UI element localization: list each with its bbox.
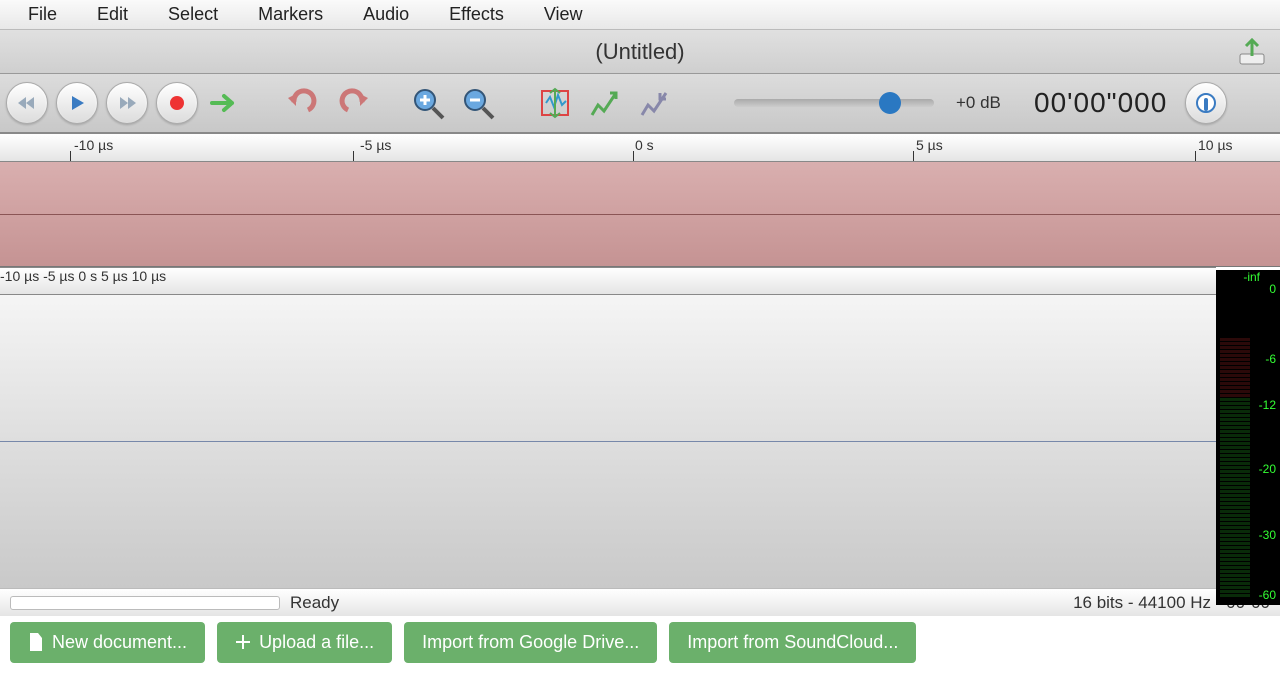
import-soundcloud-label: Import from SoundCloud... [687, 632, 898, 653]
import-gdrive-label: Import from Google Drive... [422, 632, 639, 653]
ruler-tick: -10 µs [74, 137, 113, 153]
new-document-button[interactable]: New document... [10, 622, 205, 663]
level-meter: -inf 0 -6 -12 -20 -30 -60 [1216, 270, 1280, 605]
main-midline [0, 441, 1280, 442]
menu-audio[interactable]: Audio [343, 0, 429, 29]
db-label: +0 dB [956, 93, 1016, 113]
new-document-label: New document... [52, 632, 187, 653]
titlebar: (Untitled) [0, 30, 1280, 74]
ruler-tick: 5 µs [916, 137, 943, 153]
timecode: 00'00"000 [1034, 87, 1167, 119]
document-icon [28, 633, 44, 651]
fit-selection-button[interactable] [534, 82, 576, 124]
ruler-tick: -5 µs [43, 268, 74, 284]
time-ruler-top[interactable]: -10 µs -5 µs 0 s 5 µs 10 µs [0, 134, 1280, 162]
ruler-tick: -10 µs [0, 268, 39, 284]
upload-file-label: Upload a file... [259, 632, 374, 653]
menu-file[interactable]: File [8, 0, 77, 29]
meter-20: -20 [1259, 462, 1276, 476]
rewind-button[interactable] [6, 82, 48, 124]
volume-slider[interactable] [734, 99, 934, 107]
plus-icon [235, 634, 251, 650]
meter-inf: -inf [1243, 270, 1260, 284]
progress-bar [10, 596, 280, 610]
toolbar: +0 dB 00'00"000 [0, 74, 1280, 134]
import-gdrive-button[interactable]: Import from Google Drive... [404, 622, 657, 663]
zoom-out-button[interactable] [458, 82, 500, 124]
export-button[interactable] [1236, 36, 1268, 68]
forward-button[interactable] [106, 82, 148, 124]
record-button[interactable] [156, 82, 198, 124]
menubar: File Edit Select Markers Audio Effects V… [0, 0, 1280, 30]
menu-effects[interactable]: Effects [429, 0, 524, 29]
zoom-in-button[interactable] [408, 82, 450, 124]
ruler-tick: 0 s [78, 268, 97, 284]
ruler-tick: 0 s [635, 137, 654, 153]
document-title: (Untitled) [595, 39, 684, 65]
import-soundcloud-button[interactable]: Import from SoundCloud... [669, 622, 916, 663]
ruler-tick: 10 µs [1198, 137, 1233, 153]
go-button[interactable] [206, 82, 248, 124]
main-track[interactable] [0, 295, 1280, 588]
menu-edit[interactable]: Edit [77, 0, 148, 29]
time-ruler-main[interactable]: -10 µs -5 µs 0 s 5 µs 10 µs [0, 267, 1216, 295]
ruler-tick: 10 µs [132, 268, 167, 284]
statusbar: Ready 16 bits - 44100 Hz - 00"00 [0, 588, 1280, 616]
menu-select[interactable]: Select [148, 0, 238, 29]
overview-midline [0, 214, 1280, 215]
info-button[interactable] [1185, 82, 1227, 124]
actionbar: New document... Upload a file... Import … [0, 616, 1280, 668]
menu-view[interactable]: View [524, 0, 603, 29]
ruler-tick: -5 µs [360, 137, 391, 153]
zoom-out-selection-button[interactable] [634, 82, 676, 124]
ruler-tick: 5 µs [101, 268, 128, 284]
play-button[interactable] [56, 82, 98, 124]
volume-thumb[interactable] [879, 92, 901, 114]
zoom-in-selection-button[interactable] [584, 82, 626, 124]
undo-button[interactable] [282, 82, 324, 124]
status-text: Ready [290, 593, 339, 613]
meter-60: -60 [1259, 588, 1276, 602]
meter-6: -6 [1265, 352, 1276, 366]
meter-12: -12 [1259, 398, 1276, 412]
overview-track[interactable] [0, 162, 1280, 267]
meter-0: 0 [1269, 282, 1276, 296]
upload-file-button[interactable]: Upload a file... [217, 622, 392, 663]
meter-30: -30 [1259, 528, 1276, 542]
redo-button[interactable] [332, 82, 374, 124]
menu-markers[interactable]: Markers [238, 0, 343, 29]
